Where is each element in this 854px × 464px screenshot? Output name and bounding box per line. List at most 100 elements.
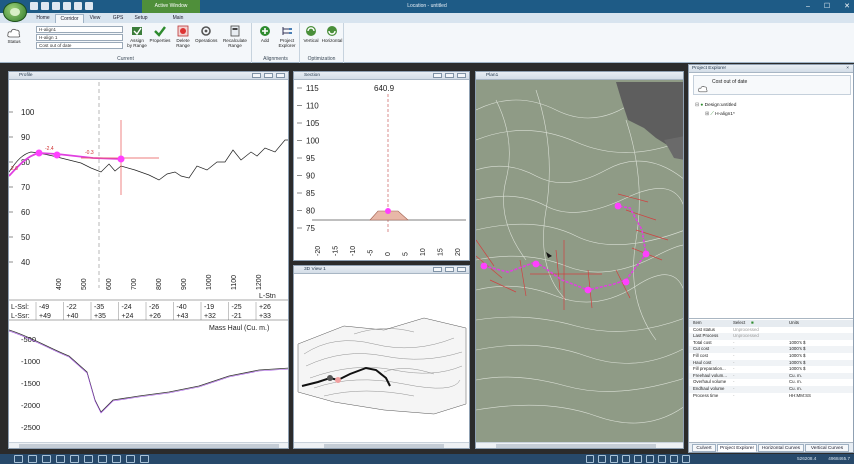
- dimension-icon[interactable]: [112, 455, 121, 463]
- profile-x-tick: 1200: [256, 274, 263, 290]
- panel-restore-button[interactable]: [264, 73, 273, 78]
- ssl-value: -40: [177, 304, 187, 311]
- plan-horizontal-scrollbar[interactable]: [476, 442, 683, 448]
- panel-close-button[interactable]: [457, 73, 466, 78]
- explorer-close-icon[interactable]: ×: [846, 65, 849, 73]
- ribbon-group-alignments: Add Project Explorer Alignments: [252, 23, 300, 63]
- pi-point[interactable]: [532, 260, 540, 268]
- table-row[interactable]: Endhaul volume - Cu. m.: [689, 385, 853, 393]
- view3d-horizontal-scrollbar[interactable]: [294, 442, 469, 448]
- profile-y-tick: 100: [21, 108, 35, 117]
- operations-button[interactable]: Operations: [195, 25, 217, 43]
- assign-by-range-button[interactable]: Assign by Range: [126, 25, 148, 48]
- tab-setup[interactable]: Setup: [130, 14, 152, 23]
- refresh-icon[interactable]: [670, 455, 678, 463]
- pvi-point[interactable]: [117, 155, 125, 163]
- maximize-button[interactable]: ☐: [824, 0, 830, 13]
- panel-close-button[interactable]: [457, 267, 466, 272]
- zoom-extents-icon[interactable]: [634, 455, 642, 463]
- tree-node-design[interactable]: ⊟ ● Design:untitled: [695, 103, 736, 108]
- plan-panel: Plan1: [475, 71, 684, 449]
- tree-node-alignment[interactable]: ⊞ ⟋ H-align1*: [705, 111, 735, 117]
- export-icon[interactable]: [140, 455, 149, 463]
- draw-line-icon[interactable]: [28, 455, 37, 463]
- recalculate-range-button[interactable]: Recalculate Range: [221, 25, 249, 48]
- profile-horizontal-scrollbar[interactable]: [9, 442, 288, 448]
- expand-icon[interactable]: ⊞: [705, 112, 709, 117]
- table-row[interactable]: Total cost -1000's $: [689, 340, 853, 347]
- view3d-panel-header: 3D View 1: [294, 266, 469, 274]
- panel-close-button[interactable]: [276, 73, 285, 78]
- profile-chart[interactable]: 100908070605040 400 500 600 700 800 900 1000 11…: [9, 80, 289, 449]
- text-icon[interactable]: [126, 455, 135, 463]
- measure-icon[interactable]: [98, 455, 107, 463]
- table-row[interactable]: Freehaul volum... - Cu. m.: [689, 372, 853, 380]
- tab-culvert[interactable]: Culvert: [692, 444, 716, 452]
- zoom-out-icon[interactable]: [658, 455, 666, 463]
- table-row[interactable]: Last Process Unprocessed: [689, 333, 853, 340]
- back-icon[interactable]: [586, 455, 594, 463]
- pi-point[interactable]: [642, 250, 650, 258]
- forward-icon[interactable]: [598, 455, 606, 463]
- table-row[interactable]: Cost status Unprocessed: [689, 327, 853, 334]
- gear-icon: [201, 26, 211, 36]
- grid-icon[interactable]: [56, 455, 65, 463]
- section-y-tick: 95: [306, 154, 315, 163]
- zoom-in-icon[interactable]: [646, 455, 654, 463]
- settings-icon[interactable]: [682, 455, 690, 463]
- tab-vertical-curves[interactable]: Vertical Curves: [805, 444, 849, 452]
- application-menu-button[interactable]: [3, 2, 27, 22]
- range-combo[interactable]: H-align 1: [36, 34, 123, 41]
- mass-haul-tick: -1000: [21, 357, 40, 366]
- section-chart[interactable]: 640.9 1151101051009590858075 -20 -15 -10 -5…: [294, 80, 470, 261]
- close-button[interactable]: ✕: [844, 0, 850, 13]
- pi-point[interactable]: [614, 202, 622, 210]
- pi-point[interactable]: [584, 286, 592, 294]
- table-row[interactable]: Overhaul volume - Cu. m.: [689, 379, 853, 386]
- zoom-window-icon[interactable]: [622, 455, 630, 463]
- plan-map-canvas[interactable]: [476, 80, 684, 442]
- tab-main[interactable]: Main: [168, 14, 188, 23]
- panel-restore-button[interactable]: [445, 267, 454, 272]
- status-button[interactable]: Status: [3, 25, 25, 44]
- view3d-canvas[interactable]: [294, 274, 470, 449]
- tab-horizontal-curves[interactable]: Horizontal Curves: [758, 444, 804, 452]
- section-point[interactable]: [385, 208, 391, 214]
- table-row[interactable]: Fill cost -1000's $: [689, 353, 853, 360]
- profile-y-ticks: 100908070605040: [9, 108, 35, 267]
- alignment-combo[interactable]: H-align1: [36, 26, 123, 33]
- cost-status-box[interactable]: Cost out of date: [693, 75, 851, 95]
- table-row[interactable]: Haul cost -1000's $: [689, 359, 853, 367]
- select-tool-icon[interactable]: [14, 455, 23, 463]
- delete-range-button[interactable]: Delete Range: [172, 25, 194, 48]
- minimize-button[interactable]: –: [806, 0, 810, 13]
- table-row[interactable]: Cut cost -1000's $: [689, 346, 853, 353]
- tab-view[interactable]: View: [86, 14, 104, 23]
- tab-gps[interactable]: GPS: [110, 14, 126, 23]
- vertical-optimize-button[interactable]: Vertical: [300, 25, 322, 43]
- table-row[interactable]: Fill preparation... -1000's $: [689, 366, 853, 373]
- pvi-point[interactable]: [53, 151, 61, 159]
- alignment-icon: ⟋: [710, 112, 714, 117]
- pvi-point[interactable]: [35, 149, 43, 157]
- pan-icon[interactable]: [610, 455, 618, 463]
- pi-point[interactable]: [622, 278, 630, 286]
- tab-home[interactable]: Home: [32, 14, 54, 23]
- project-explorer-button[interactable]: Project Explorer: [276, 25, 298, 48]
- add-alignment-button[interactable]: Add: [254, 25, 276, 43]
- ssr-value: +33: [259, 313, 271, 320]
- expand-icon[interactable]: ⊟: [695, 103, 699, 108]
- table-row[interactable]: Process time - HH:MM:SS: [689, 393, 853, 400]
- tab-project-explorer[interactable]: Project Explorer: [717, 444, 757, 452]
- properties-button[interactable]: Properties: [149, 25, 171, 43]
- panel-restore-button[interactable]: [445, 73, 454, 78]
- snap-icon[interactable]: [84, 455, 93, 463]
- panel-minimize-button[interactable]: [252, 73, 261, 78]
- panel-minimize-button[interactable]: [433, 267, 442, 272]
- layer-icon[interactable]: [70, 455, 79, 463]
- panel-minimize-button[interactable]: [433, 73, 442, 78]
- tab-corridor[interactable]: Corridor: [55, 14, 84, 23]
- pi-point[interactable]: [480, 262, 488, 270]
- horizontal-optimize-button[interactable]: Horizontal: [321, 25, 343, 43]
- draw-curve-icon[interactable]: [42, 455, 51, 463]
